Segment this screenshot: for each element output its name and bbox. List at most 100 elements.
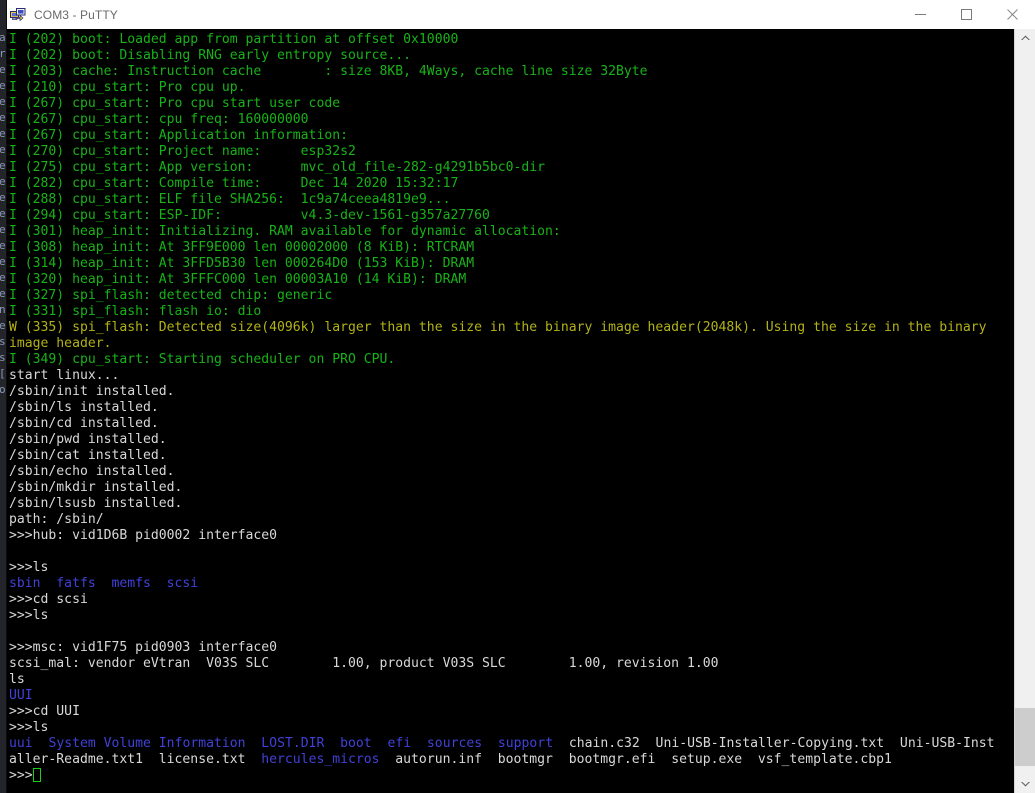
window-title: COM3 - PuTTY: [34, 7, 118, 22]
terminal-line-text: image header.: [9, 336, 112, 351]
window-titlebar[interactable]: COM3 - PuTTY: [7, 0, 1035, 30]
terminal-line-text: /sbin/pwd installed.: [9, 432, 167, 447]
terminal-line-text: path: /sbin/: [9, 512, 104, 527]
terminal-line: ls: [9, 672, 1014, 688]
terminal-line: I (320) heap_init: At 3FFFC000 len 00003…: [9, 272, 1014, 288]
terminal-line-text: >>>ls: [9, 608, 49, 623]
terminal-line: I (210) cpu_start: Pro cpu up.: [9, 80, 1014, 96]
terminal-line-text: /sbin/cat installed.: [9, 448, 167, 463]
terminal-line-text: /sbin/init installed.: [9, 384, 175, 399]
file-entry: aller-Readme.txt1 license.txt: [9, 752, 262, 767]
terminal-line-text: I (203) cache: Instruction cache : size …: [9, 64, 648, 79]
terminal-line-text: I (270) cpu_start: Project name: esp32s2: [9, 144, 356, 159]
terminal-line: I (267) cpu_start: Application informati…: [9, 128, 1014, 144]
scrollbar-thumb[interactable]: [1015, 708, 1035, 766]
directory-entry: hercules_micros: [261, 752, 380, 767]
terminal-prompt-line[interactable]: >>>: [9, 768, 1014, 784]
terminal-line: >>>msc: vid1F75 pid0903 interface0: [9, 640, 1014, 656]
terminal-line: I (327) spi_flash: detected chip: generi…: [9, 288, 1014, 304]
terminal-line: /sbin/pwd installed.: [9, 432, 1014, 448]
file-entry: [246, 736, 262, 751]
desktop-background: areeeeeeeeeeeeeeeness[o COM3 - PuTTY: [0, 0, 1035, 793]
terminal-line-text: [9, 624, 17, 639]
terminal-line-text: I (282) cpu_start: Compile time: Dec 14 …: [9, 176, 459, 191]
terminal-line: I (202) boot: Loaded app from partition …: [9, 32, 1014, 48]
file-entry: [482, 736, 498, 751]
directory-entry: sources: [426, 736, 483, 751]
terminal-line-text: I (294) cpu_start: ESP-IDF: v4.3-dev-156…: [9, 208, 490, 223]
file-entry: [33, 736, 49, 751]
minimize-button[interactable]: [897, 0, 943, 29]
terminal-line-text: /sbin/echo installed.: [9, 464, 175, 479]
terminal-line: I (288) cpu_start: ELF file SHA256: 1c9a…: [9, 192, 1014, 208]
terminal-line-text: sbin fatfs memfs scsi: [9, 576, 199, 591]
scrollbar-track[interactable]: [1015, 47, 1035, 775]
terminal-line-text: I (267) cpu_start: cpu freq: 160000000: [9, 112, 309, 127]
terminal-line: UUI: [9, 688, 1014, 704]
terminal-line-text: I (275) cpu_start: App version: mvc_old_…: [9, 160, 546, 175]
terminal-line-text: >>>hub: vid1D6B pid0002 interface0: [9, 528, 278, 543]
scrollbar-down-arrow-icon[interactable]: [1015, 775, 1035, 793]
terminal-line-text: >>>cd UUI: [9, 704, 80, 719]
text-cursor: [32, 768, 41, 782]
terminal-line: >>>cd scsi: [9, 592, 1014, 608]
directory-entry: uui: [9, 736, 33, 751]
terminal-scrollbar[interactable]: [1014, 29, 1035, 793]
terminal-line: /sbin/cat installed.: [9, 448, 1014, 464]
terminal-line: /sbin/mkdir installed.: [9, 480, 1014, 496]
window-controls: [897, 0, 1035, 29]
maximize-button[interactable]: [943, 0, 989, 29]
terminal-line: scsi_mal: vendor eVtran V03S SLC 1.00, p…: [9, 656, 1014, 672]
terminal-line-text: I (320) heap_init: At 3FFFC000 len 00003…: [9, 272, 467, 287]
file-entry: chain.c32 Uni-USB-Installer-Copying.txt …: [553, 736, 995, 751]
terminal-line-text: UUI: [9, 688, 33, 703]
terminal-line: I (275) cpu_start: App version: mvc_old_…: [9, 160, 1014, 176]
terminal-line: I (267) cpu_start: cpu freq: 160000000: [9, 112, 1014, 128]
close-button[interactable]: [989, 0, 1035, 29]
terminal-output-area[interactable]: I (202) boot: Loaded app from partition …: [7, 29, 1014, 793]
terminal-line: [9, 624, 1014, 640]
terminal-line: sbin fatfs memfs scsi: [9, 576, 1014, 592]
terminal-line-text: I (314) heap_init: At 3FFD5B30 len 00026…: [9, 256, 475, 271]
terminal-line-text: /sbin/ls installed.: [9, 400, 159, 415]
putty-icon: [10, 7, 26, 23]
directory-entry: LOST.DIR: [261, 736, 325, 751]
terminal-line-text: I (202) boot: Disabling RNG early entrop…: [9, 48, 412, 63]
directory-entry: boot: [340, 736, 372, 751]
terminal-line: I (270) cpu_start: Project name: esp32s2: [9, 144, 1014, 160]
file-entry: autorun.inf bootmgr bootmgr.efi setup.ex…: [379, 752, 892, 767]
terminal-line: >>>hub: vid1D6B pid0002 interface0: [9, 528, 1014, 544]
terminal-line: /sbin/cd installed.: [9, 416, 1014, 432]
terminal-line: I (349) cpu_start: Starting scheduler on…: [9, 352, 1014, 368]
directory-entry: System Volume Information: [48, 736, 246, 751]
terminal-line: >>>ls: [9, 560, 1014, 576]
terminal-line-text: I (267) cpu_start: Application informati…: [9, 128, 348, 143]
terminal-line: W (335) spi_flash: Detected size(4096k) …: [9, 320, 1014, 336]
terminal-line-text: W (335) spi_flash: Detected size(4096k) …: [9, 320, 987, 335]
terminal-line: I (203) cache: Instruction cache : size …: [9, 64, 1014, 80]
terminal-line-text: /sbin/lsusb installed.: [9, 496, 183, 511]
terminal-line-text: ls: [9, 672, 25, 687]
terminal-line: I (308) heap_init: At 3FF9E000 len 00002…: [9, 240, 1014, 256]
terminal-line: I (282) cpu_start: Compile time: Dec 14 …: [9, 176, 1014, 192]
file-entry: [324, 736, 340, 751]
terminal-line: >>>ls: [9, 720, 1014, 736]
terminal-line-text: I (301) heap_init: Initializing. RAM ava…: [9, 224, 561, 239]
terminal-line-text: /sbin/mkdir installed.: [9, 480, 183, 495]
terminal-line: I (267) cpu_start: Pro cpu start user co…: [9, 96, 1014, 112]
terminal-line: image header.: [9, 336, 1014, 352]
terminal-line-text: >>>ls: [9, 560, 49, 575]
terminal-line-text: I (202) boot: Loaded app from partition …: [9, 32, 459, 47]
scrollbar-up-arrow-icon[interactable]: [1015, 29, 1035, 47]
terminal-line: I (331) spi_flash: flash io: dio: [9, 304, 1014, 320]
terminal-line-text: >>>ls: [9, 720, 49, 735]
directory-entry: support: [497, 736, 554, 751]
shell-prompt: >>>: [9, 768, 33, 783]
terminal-line: [9, 544, 1014, 560]
terminal-line: I (301) heap_init: Initializing. RAM ava…: [9, 224, 1014, 240]
terminal-line: >>>cd UUI: [9, 704, 1014, 720]
terminal-line: /sbin/ls installed.: [9, 400, 1014, 416]
terminal-line: /sbin/init installed.: [9, 384, 1014, 400]
terminal-line-text: >>>msc: vid1F75 pid0903 interface0: [9, 640, 278, 655]
terminal-line-text: I (331) spi_flash: flash io: dio: [9, 304, 262, 319]
